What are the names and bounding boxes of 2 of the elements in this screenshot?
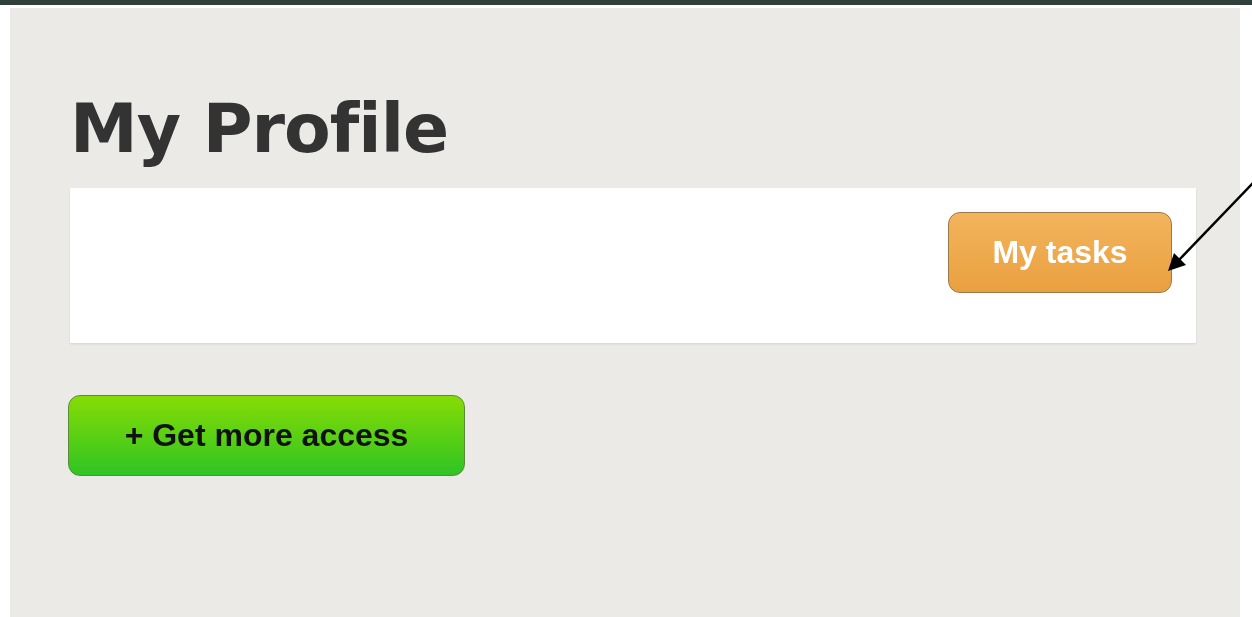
- get-more-access-button[interactable]: + Get more access: [68, 394, 465, 476]
- page-title: My Profile: [70, 88, 450, 170]
